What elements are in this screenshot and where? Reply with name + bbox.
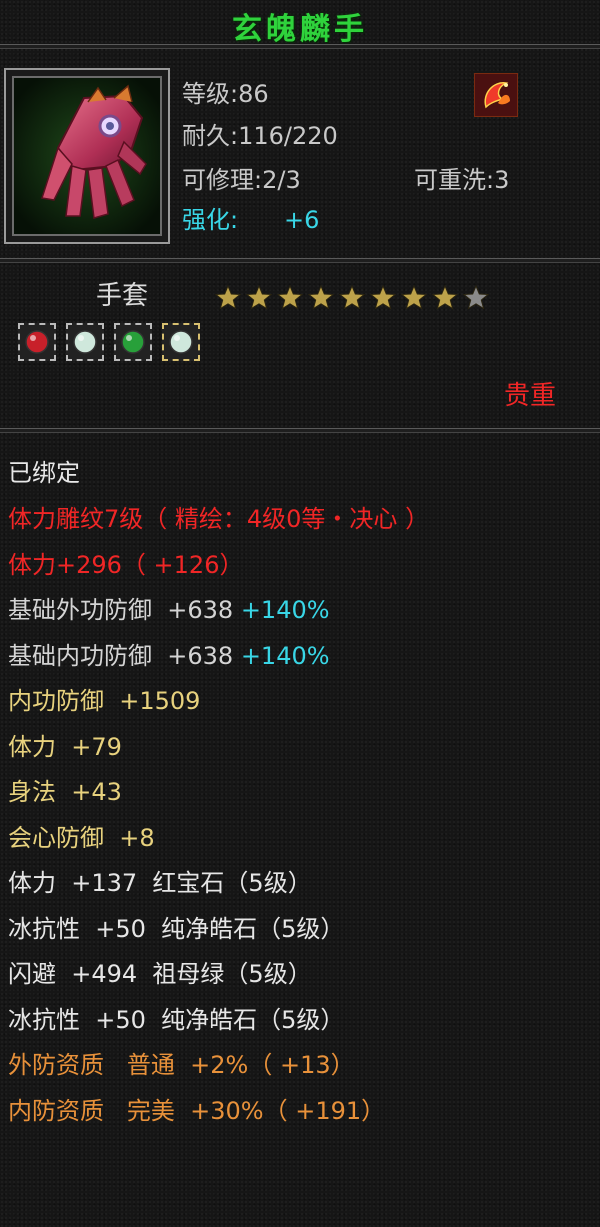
attribute-text: 体力 +79 — [8, 732, 122, 761]
attribute-line: 内防资质 完美 +30%（ +191） — [8, 1096, 385, 1126]
attribute-text: 闪避 +494 祖母绿（5级） — [8, 960, 312, 988]
level-stat: 等级:86 — [182, 80, 269, 108]
star-filled-icon — [214, 284, 242, 310]
star-filled-icon — [400, 284, 428, 310]
attribute-text: 外防资质 普通 +2%（ +13） — [8, 1051, 355, 1079]
rarity-label: 贵重 — [504, 381, 557, 411]
attribute-line: 体力+296（ +126） — [8, 550, 243, 580]
attribute-text: 冰抗性 +50 纯净皓石（5级） — [8, 914, 345, 943]
white-gem-icon — [73, 330, 97, 354]
attribute-text: 身法 +43 — [8, 778, 122, 806]
attribute-line: 会心防御 +8 — [8, 823, 155, 853]
attribute-bonus: +140% — [240, 641, 330, 670]
divider-top — [0, 44, 600, 49]
attribute-bonus: +140% — [240, 596, 330, 624]
gem-slot[interactable] — [162, 323, 200, 361]
enhance-label: 强化: — [182, 206, 239, 234]
attribute-line: 闪避 +494 祖母绿（5级） — [8, 959, 312, 989]
bound-status: 已绑定 — [8, 459, 80, 487]
divider-bottom — [0, 428, 600, 433]
attribute-line: 冰抗性 +50 纯净皓石（5级） — [8, 1005, 344, 1035]
gem-slot[interactable] — [66, 323, 104, 361]
star-filled-icon — [431, 284, 459, 310]
gem-slots — [18, 323, 200, 361]
attribute-line: 外防资质 普通 +2%（ +13） — [8, 1050, 355, 1080]
star-filled-icon — [338, 284, 366, 310]
attribute-line: 基础外功防御 +638 +140% — [8, 595, 330, 625]
attribute-line: 体力 +137 红宝石（5级） — [8, 868, 312, 898]
reforge-stat: 可重洗:3 — [414, 166, 510, 194]
gem-slot[interactable] — [114, 323, 152, 361]
attribute-text: 体力 +137 红宝石（5级） — [8, 869, 312, 897]
attribute-line: 基础内功防御 +638 +140% — [8, 641, 330, 671]
gem-slot[interactable] — [18, 323, 56, 361]
attribute-text: 体力+296（ +126） — [8, 550, 244, 579]
special-effect-icon[interactable] — [474, 73, 518, 117]
repair-stat: 可修理:2/3 — [182, 166, 301, 194]
attribute-text: 内功防御 +1509 — [8, 687, 201, 715]
attribute-text: 会心防御 +8 — [8, 823, 155, 852]
attribute-line: 身法 +43 — [8, 777, 122, 807]
attribute-text: 内防资质 完美 +30%（ +191） — [8, 1096, 386, 1125]
attribute-text: 体力雕纹7级（ 精绘：4级0等・决心 ） — [8, 505, 430, 533]
enhance-value: +6 — [284, 206, 320, 234]
star-filled-icon — [276, 284, 304, 310]
attribute-line: 内功防御 +1509 — [8, 686, 200, 716]
star-rating — [214, 284, 490, 312]
attribute-line: 冰抗性 +50 纯净皓石（5级） — [8, 914, 344, 944]
ruby-gem-icon — [25, 330, 49, 354]
attribute-line: 体力 +79 — [8, 732, 122, 762]
star-filled-icon — [369, 284, 397, 310]
star-filled-icon — [307, 284, 335, 310]
item-name: 玄魄麟手 — [232, 12, 368, 47]
attribute-line: 体力雕纹7级（ 精绘：4级0等・决心 ） — [8, 504, 429, 534]
gauntlet-icon — [12, 76, 162, 236]
item-icon-frame[interactable] — [4, 68, 170, 244]
emerald-gem-icon — [121, 330, 145, 354]
attribute-text: 基础外功防御 +638 — [8, 596, 241, 624]
star-empty-icon — [462, 284, 490, 310]
white-gem-icon — [169, 330, 193, 354]
divider-mid — [0, 258, 600, 263]
attribute-text: 基础内功防御 +638 — [8, 641, 241, 670]
attribute-text: 冰抗性 +50 纯净皓石（5级） — [8, 1005, 345, 1034]
durability-stat: 耐久:116/220 — [182, 122, 338, 150]
item-type: 手套 — [96, 281, 149, 311]
star-filled-icon — [245, 284, 273, 310]
